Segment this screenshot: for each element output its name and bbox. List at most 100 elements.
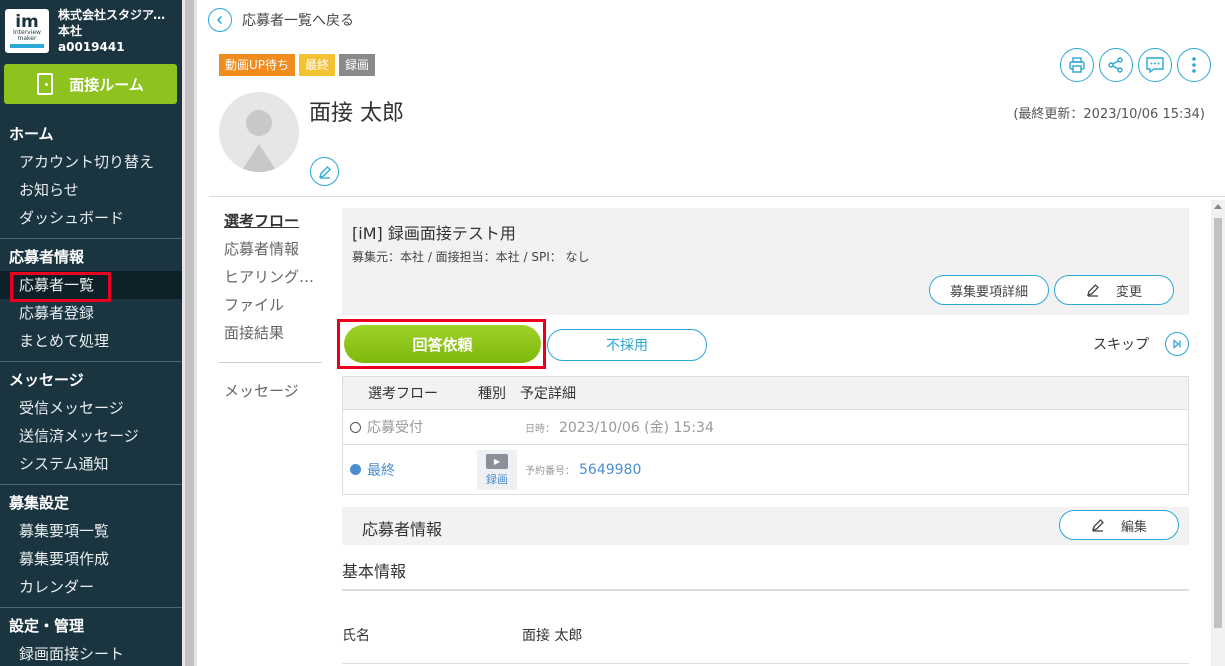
play-icon: ▶ (486, 453, 508, 469)
sidebar-item-inbox[interactable]: 受信メッセージ (0, 394, 182, 422)
reject-button[interactable]: 不採用 (547, 329, 707, 361)
skip-icon (1165, 332, 1189, 356)
detail-label: 日時： (525, 423, 555, 435)
col-detail: 予定詳細 (520, 386, 576, 402)
nav-title-home[interactable]: ホーム (0, 120, 182, 148)
print-icon[interactable] (1060, 48, 1094, 82)
sidebar-item-dashboard[interactable]: ダッシュボード (0, 204, 182, 232)
edit-label: 編集 (1120, 519, 1147, 535)
header-actions (1060, 48, 1211, 82)
sidebar-nav: ホーム アカウント切り替え お知らせ ダッシュボード 応募者情報 応募者一覧 応… (0, 116, 182, 666)
change-label: 変更 (1115, 284, 1142, 300)
pencil-icon (1087, 284, 1099, 297)
sidebar-scrollbar-thumb[interactable] (185, 0, 194, 666)
nav-section-settings: 設定・管理 録画面接シート (0, 607, 182, 666)
section-tab-file[interactable]: ファイル (224, 294, 324, 322)
header-divider (209, 196, 1225, 197)
chat-icon[interactable] (1138, 48, 1172, 82)
logo-bar (10, 43, 44, 48)
field-label-name: 氏名 (342, 628, 370, 644)
sidebar-item-recording-sheet[interactable]: 録画面接シート (0, 640, 182, 666)
edit-profile-button[interactable] (310, 157, 339, 186)
interview-room-label: 面接ルーム (69, 75, 144, 94)
content-scrollbar-thumb[interactable] (1214, 218, 1222, 628)
status-badge-recording: 録画 (339, 54, 376, 76)
logo-mark: im (15, 11, 39, 32)
sidebar-item-job-list[interactable]: 募集要項一覧 (0, 517, 182, 545)
sidebar-item-bulk-process[interactable]: まとめて処理 (0, 327, 182, 355)
status-badge-video-wait: 動画UP待ち (219, 54, 296, 76)
sidebar-item-account-switch[interactable]: アカウント切り替え (0, 148, 182, 176)
skip-button[interactable]: スキップ (1093, 332, 1189, 356)
table-row[interactable]: 最終 ▶ 録画 予約番号： 5649980 (343, 444, 1188, 494)
recruitment-box: [iM] 録画面接テスト用 募集元：本社 / 面接担当：本社 / SPI： なし… (342, 208, 1189, 315)
applicant-info-title: 応募者情報 (362, 520, 443, 539)
skip-label: スキップ (1093, 337, 1149, 353)
section-tab-flow[interactable]: 選考フロー (224, 210, 324, 238)
detail-value: 2023/10/06 (金) 15:34 (559, 420, 714, 436)
applicant-info-bar: 応募者情報 編集 (342, 507, 1189, 545)
door-icon (37, 73, 54, 95)
app-logo[interactable]: im Interview maker (5, 8, 49, 53)
sidebar-item-news[interactable]: お知らせ (0, 176, 182, 204)
sidebar-item-sent[interactable]: 送信済メッセージ (0, 422, 182, 450)
answer-request-highlight (337, 319, 546, 369)
flow-table-header: 選考フロー 種別 予定詳細 (343, 377, 1188, 409)
logo-text-2: maker (17, 34, 37, 42)
sidebar-item-job-create[interactable]: 募集要項作成 (0, 545, 182, 573)
step-pending-icon (350, 421, 361, 433)
avatar-head (246, 110, 272, 136)
more-icon[interactable] (1177, 48, 1211, 82)
table-row[interactable]: 応募受付 日時： 2023/10/06 (金) 15:34 (343, 409, 1188, 444)
section-nav: 選考フロー 応募者情報 ヒアリング… ファイル 面接結果 (224, 210, 324, 350)
company-info: 株式会社スタジアム… 本社 a0019441 (58, 7, 176, 55)
field-value-name: 面接 太郎 (522, 628, 583, 644)
recording-type-chip: ▶ 録画 (477, 450, 517, 490)
avatar (219, 92, 299, 172)
chevron-left-icon (208, 8, 232, 32)
section-tab-result[interactable]: 面接結果 (224, 322, 324, 350)
basic-info-divider (342, 589, 1189, 591)
last-updated: (最終更新：2023/10/06 15:34) (1013, 107, 1205, 122)
company-name: 株式会社スタジアム… (58, 7, 176, 22)
job-detail-label: 募集要項詳細 (949, 284, 1028, 300)
status-badges: 動画UP待ち 最終 録画 (219, 54, 376, 76)
avatar-body (233, 144, 285, 172)
sidebar-item-applicant-register[interactable]: 応募者登録 (0, 299, 182, 327)
pencil-icon (318, 165, 331, 179)
pencil-icon (1092, 519, 1104, 532)
job-detail-button[interactable]: 募集要項詳細 (929, 275, 1049, 305)
nav-title-messages: メッセージ (9, 371, 84, 389)
sidebar-item-system-notice[interactable]: システム通知 (0, 450, 182, 478)
col-flow: 選考フロー (368, 386, 438, 402)
basic-info-title: 基本情報 (342, 562, 407, 581)
nav-section-recruit: 募集設定 募集要項一覧 募集要項作成 カレンダー (0, 484, 182, 607)
change-button[interactable]: 変更 (1054, 275, 1174, 305)
applicant-name: 面接 太郎 (309, 101, 404, 126)
step-name: 応募受付 (367, 420, 423, 436)
content-scrollbar[interactable] (1211, 200, 1225, 666)
sidebar-item-calendar[interactable]: カレンダー (0, 573, 182, 601)
scroll-up-arrow-icon[interactable] (1214, 204, 1222, 209)
recruitment-title: [iM] 録画面接テスト用 (352, 224, 516, 243)
col-type: 種別 (478, 386, 506, 402)
section-tab-applicant-info[interactable]: 応募者情報 (224, 238, 324, 266)
nav-title-recruit: 募集設定 (9, 494, 70, 512)
section-tab-message[interactable]: メッセージ (224, 380, 299, 401)
recruitment-subtitle: 募集元：本社 / 面接担当：本社 / SPI： なし (352, 250, 590, 264)
share-icon[interactable] (1099, 48, 1133, 82)
sidebar-scrollbar[interactable] (182, 0, 197, 666)
type-label: 録画 (486, 472, 508, 486)
back-link[interactable]: 応募者一覧へ戻る (208, 8, 354, 32)
main-content: 応募者一覧へ戻る 動画UP待ち 最終 録画 面接 太郎 (最終更新：2023/1… (197, 0, 1225, 666)
account-id: a0019441 (58, 39, 125, 54)
sidebar-header: im Interview maker 株式会社スタジアム… 本社 a001944… (0, 0, 182, 56)
nav-section-messages: メッセージ 受信メッセージ 送信済メッセージ システム通知 (0, 361, 182, 484)
nav-section-home: ホーム アカウント切り替え お知らせ ダッシュボード (0, 116, 182, 238)
reservation-number[interactable]: 5649980 (579, 462, 641, 478)
detail-label: 予約番号： (525, 466, 575, 477)
interview-room-button[interactable]: 面接ルーム (4, 64, 177, 104)
section-tab-hearing[interactable]: ヒアリング… (224, 266, 324, 294)
edit-button[interactable]: 編集 (1059, 510, 1179, 540)
nav-title-applicants: 応募者情報 (9, 248, 85, 266)
